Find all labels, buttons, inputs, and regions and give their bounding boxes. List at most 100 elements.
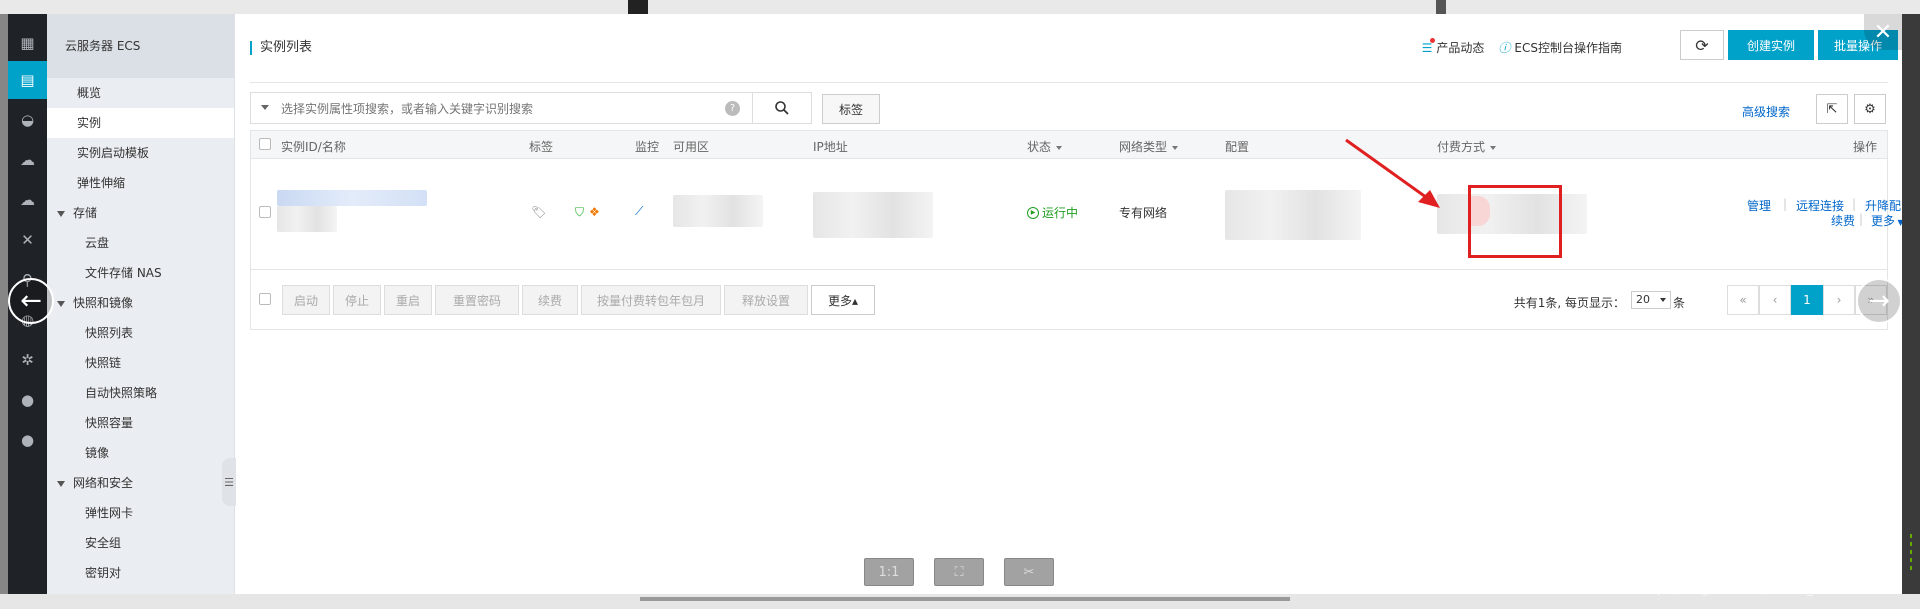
watermark: https://blog.csdn.net/weixin_37962914	[1640, 582, 1875, 596]
ecs-server-icon[interactable]: ▤	[8, 61, 47, 99]
sort-down-icon	[1056, 145, 1063, 150]
instance-id-link[interactable]	[277, 190, 427, 206]
sidebar-item[interactable]: 实例	[47, 108, 234, 138]
sidebar-collapse-handle[interactable]: ☰	[222, 458, 236, 506]
tag-icon[interactable]: 🏷	[531, 205, 546, 219]
zone-value	[673, 195, 763, 227]
list-icon: ☰	[1422, 37, 1436, 55]
header-links: ☰ 产品动态 ⓘ ECS控制台操作指南	[1422, 37, 1622, 56]
row-checkbox[interactable]	[259, 206, 271, 218]
more-bulk-button[interactable]: 更多▴	[811, 285, 875, 315]
more-actions-dropdown[interactable]: 更多 ▼	[1871, 212, 1902, 229]
table-header: 实例ID/名称 标签 监控 可用区 IP地址 状态 网络类型 配置 付费方式 操…	[251, 131, 1887, 159]
sidebar-item[interactable]: 云盘	[47, 228, 234, 258]
restart-button[interactable]: 重启	[384, 285, 432, 315]
caret-down-icon	[57, 210, 65, 217]
monitor-chart-icon[interactable]: ⟋	[635, 204, 643, 219]
sidebar-group[interactable]: 网络和安全	[47, 468, 234, 498]
cloud-upload-icon[interactable]: ☁	[8, 181, 47, 219]
renew-link[interactable]: 续费	[1831, 212, 1855, 229]
sidebar-item[interactable]: 快照容量	[47, 408, 234, 438]
sidebar-group[interactable]: 快照和镜像	[47, 288, 234, 318]
select-all-checkbox[interactable]	[259, 293, 271, 305]
first-page-button[interactable]: «	[1727, 285, 1759, 315]
arrow-right-icon: →	[1868, 286, 1890, 316]
fit-screen-icon: ⛶	[954, 564, 964, 580]
sidebar-item[interactable]: 自动快照策略	[47, 378, 234, 408]
crop-button[interactable]: ✂	[1004, 558, 1054, 586]
search-box: ?	[250, 92, 753, 124]
sidebar-item[interactable]: 弹性网卡	[47, 498, 234, 528]
release-settings-button[interactable]: 释放设置	[724, 285, 808, 315]
sidebar-item[interactable]: 弹性伸缩	[47, 168, 234, 198]
caret-down-icon	[57, 300, 65, 307]
table-row: 🏷 ⛉ ❖ ⟋ ▶ 运行中 专有网络 管理 | 远程连接 | 升降配 续费 | 更…	[251, 160, 1902, 270]
apps-grid-icon[interactable]: ▦	[8, 24, 47, 62]
create-instance-button[interactable]: 创建实例	[1728, 30, 1814, 60]
page-title: 实例列表	[250, 41, 312, 55]
sidebar-menu: 概览 实例 实例启动模板 弹性伸缩存储云盘 文件存储 NAS 快照和镜像 快照列表 快照链 自动…	[47, 78, 234, 588]
sidebar-item[interactable]: 快照列表	[47, 318, 234, 348]
manage-link[interactable]: 管理	[1747, 197, 1771, 214]
sidebar-item[interactable]: 安全组	[47, 528, 234, 558]
pagination-summary: 共有1条, 每页显示：	[1513, 296, 1625, 310]
background-page-bottom	[0, 594, 1920, 609]
next-page-button[interactable]: ›	[1823, 285, 1855, 315]
crop-icon: ✂	[1023, 564, 1035, 580]
annotation-highlight-box	[1468, 185, 1562, 258]
cloud-icon[interactable]: ☁	[8, 141, 47, 179]
renew-button[interactable]: 续费	[522, 285, 578, 315]
windows-icon: ❖	[589, 205, 600, 219]
chevron-down-icon[interactable]	[261, 105, 269, 110]
sidebar-group[interactable]: 存储	[47, 198, 234, 228]
start-button[interactable]: 启动	[282, 285, 330, 315]
bug-icon[interactable]: ✲	[8, 341, 47, 379]
fit-screen-button[interactable]: ⛶	[934, 558, 984, 586]
refresh-icon: ⟳	[1695, 35, 1709, 55]
page-1-button[interactable]: 1	[1791, 285, 1823, 315]
column-network[interactable]: 网络类型	[1119, 138, 1179, 155]
circle-icon[interactable]: ●	[8, 381, 47, 419]
tag-filter-button[interactable]: 标签	[822, 94, 880, 124]
search-button[interactable]	[752, 92, 812, 124]
help-icon[interactable]: ?	[725, 101, 740, 116]
sidebar-item[interactable]: 实例启动模板	[47, 138, 234, 168]
sidebar-group-label: 存储	[73, 206, 98, 220]
convert-billing-button[interactable]: 按量付费转包年包月	[581, 285, 721, 315]
sidebar-item[interactable]: 文件存储 NAS	[47, 258, 234, 288]
chevron-down-icon: ▼	[1897, 218, 1902, 227]
sidebar-item[interactable]: 概览	[47, 78, 234, 108]
next-image-button[interactable]: →	[1856, 278, 1902, 324]
product-news-link[interactable]: ☰ 产品动态	[1422, 37, 1484, 56]
close-icon[interactable]: ✕	[1864, 14, 1902, 50]
sidebar-item[interactable]: 密钥对	[47, 558, 234, 588]
ip-value	[813, 192, 933, 238]
divider	[250, 82, 1888, 83]
network-icon[interactable]: ✕	[8, 221, 47, 259]
sidebar-item[interactable]: 快照链	[47, 348, 234, 378]
settings-button[interactable]: ⚙	[1854, 94, 1886, 124]
scroll-gutter	[1902, 14, 1920, 594]
column-config: 配置	[1225, 140, 1250, 154]
select-all-checkbox[interactable]	[259, 138, 271, 150]
page-size-select[interactable]: 20	[1631, 291, 1671, 309]
arrow-left-icon: ←	[20, 286, 42, 316]
annotation-arrow-icon	[1345, 138, 1440, 208]
column-billing[interactable]: 付费方式	[1437, 138, 1497, 155]
storage-icon[interactable]: ◒	[8, 101, 47, 139]
previous-image-button[interactable]: ←	[8, 278, 54, 324]
sidebar-item[interactable]: 镜像	[47, 438, 234, 468]
advanced-search-link[interactable]: 高级搜索	[1742, 103, 1790, 120]
circle-icon[interactable]: ●	[8, 421, 47, 459]
console-guide-link[interactable]: ⓘ ECS控制台操作指南	[1498, 39, 1622, 56]
export-button[interactable]: ⇱	[1816, 94, 1848, 124]
actual-size-button[interactable]: 1:1	[864, 558, 914, 586]
stop-button[interactable]: 停止	[333, 285, 381, 315]
reset-password-button[interactable]: 重置密码	[435, 285, 519, 315]
search-input[interactable]	[281, 99, 721, 119]
sort-down-icon	[1172, 145, 1179, 150]
column-status[interactable]: 状态	[1027, 138, 1063, 155]
column-ip: IP地址	[813, 140, 848, 154]
prev-page-button[interactable]: ‹	[1759, 285, 1791, 315]
refresh-button[interactable]: ⟳	[1680, 30, 1724, 60]
